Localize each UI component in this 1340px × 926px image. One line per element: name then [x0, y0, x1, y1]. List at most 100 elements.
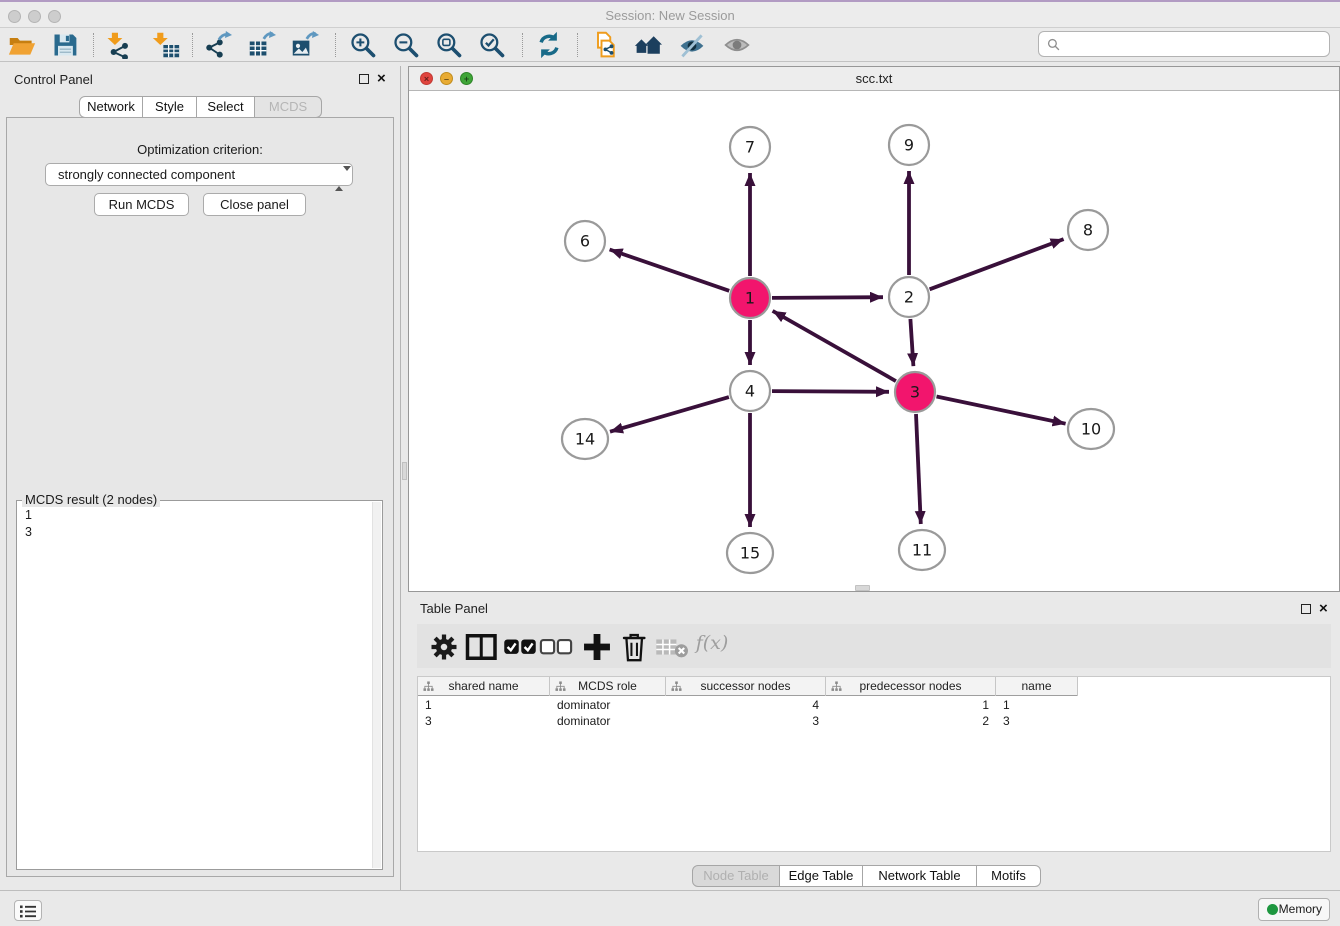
tab-motifs[interactable]: Motifs — [977, 865, 1041, 887]
graph-edge-1-6[interactable] — [610, 250, 730, 291]
tab-mcds[interactable]: MCDS — [255, 96, 322, 118]
graph-node-7[interactable]: 7 — [730, 127, 770, 167]
graph-edge-2-3[interactable] — [910, 319, 913, 366]
graph-node-4[interactable]: 4 — [730, 371, 770, 411]
network-window-titlebar: × – + scc.txt — [409, 67, 1339, 91]
tab-select[interactable]: Select — [197, 96, 255, 118]
graph-edge-4-3[interactable] — [772, 391, 889, 392]
tab-network-table[interactable]: Network Table — [863, 865, 977, 887]
table-cell: dominator — [550, 697, 666, 713]
import-network-icon[interactable] — [103, 31, 133, 59]
graph-node-9[interactable]: 9 — [889, 125, 929, 165]
table-cell: 3 — [418, 713, 550, 729]
session-title: Session: New Session — [0, 8, 1340, 23]
toolbar-separator — [577, 33, 578, 57]
criterion-select[interactable]: strongly connected component — [45, 163, 353, 186]
control-panel-close-icon[interactable]: × — [377, 72, 386, 86]
search-icon — [1047, 38, 1061, 52]
vertical-splitter[interactable] — [400, 66, 408, 890]
add-row-icon[interactable] — [580, 632, 614, 662]
column-header-mcds-role[interactable]: MCDS role — [550, 677, 666, 696]
graph-node-10[interactable]: 10 — [1068, 409, 1114, 449]
search-input[interactable] — [1065, 34, 1320, 54]
svg-text:2: 2 — [904, 288, 914, 307]
graph-node-6[interactable]: 6 — [565, 221, 605, 261]
svg-text:14: 14 — [575, 430, 595, 449]
settings-gear-icon[interactable] — [427, 632, 461, 662]
svg-text:15: 15 — [740, 544, 760, 563]
search-box[interactable] — [1038, 31, 1330, 57]
graph-edge-3-1[interactable] — [773, 311, 896, 381]
tab-network[interactable]: Network — [79, 96, 143, 118]
graph-node-15[interactable]: 15 — [727, 533, 773, 573]
graph-node-1[interactable]: 1 — [730, 278, 770, 318]
graph-edge-3-11[interactable] — [916, 414, 921, 524]
deselect-all-checkboxes-icon[interactable] — [539, 632, 573, 662]
export-network-icon[interactable] — [203, 31, 233, 59]
graph-node-8[interactable]: 8 — [1068, 210, 1108, 250]
table-panel-close-icon[interactable]: × — [1319, 602, 1328, 616]
graph-node-14[interactable]: 14 — [562, 419, 608, 459]
column-header-shared-name[interactable]: shared name — [418, 677, 550, 696]
column-header-name[interactable]: name — [996, 677, 1078, 696]
export-table-icon[interactable] — [247, 31, 277, 59]
zoom-selected-icon[interactable] — [477, 31, 507, 59]
table-cell: 4 — [666, 697, 826, 713]
show-all-icon[interactable] — [722, 31, 752, 59]
table-panel-title: Table Panel — [420, 601, 488, 616]
function-builder-icon: f(x) — [695, 632, 729, 662]
delete-table-icon — [655, 632, 689, 662]
toolbar-separator — [93, 33, 94, 57]
graph-edge-3-10[interactable] — [937, 397, 1066, 424]
tab-edge-table[interactable]: Edge Table — [780, 865, 863, 887]
clone-network-icon[interactable] — [590, 31, 620, 59]
open-folder-icon[interactable] — [7, 31, 37, 59]
network-graph-canvas[interactable]: 7 9 6 8 1 2 4 3 14 10 15 11 — [409, 91, 1338, 591]
column-header-successor-nodes[interactable]: successor nodes — [666, 677, 826, 696]
graph-edge-1-2[interactable] — [772, 297, 883, 298]
show-column-icon[interactable] — [464, 632, 498, 662]
tab-style[interactable]: Style — [143, 96, 197, 118]
control-panel-title: Control Panel — [14, 72, 93, 87]
zoom-out-icon[interactable] — [391, 31, 421, 59]
table-panel: Table Panel × f(x) shared nameMCDS roles… — [408, 596, 1340, 890]
refresh-view-icon[interactable] — [534, 31, 564, 59]
toolbar-separator — [192, 33, 193, 57]
save-session-icon[interactable] — [50, 31, 80, 59]
criterion-value: strongly connected component — [58, 167, 235, 182]
home-layout-icon[interactable] — [633, 31, 663, 59]
control-panel-float-icon[interactable] — [359, 74, 369, 84]
result-scrollbar[interactable] — [372, 502, 381, 868]
column-header-predecessor-nodes[interactable]: predecessor nodes — [826, 677, 996, 696]
select-all-checkboxes-icon[interactable] — [503, 632, 537, 662]
run-mcds-button[interactable]: Run MCDS — [94, 193, 189, 216]
zoom-in-icon[interactable] — [348, 31, 378, 59]
table-cell: 1 — [418, 697, 550, 713]
task-history-button[interactable] — [14, 900, 42, 921]
mcds-result-text[interactable]: 1 3 — [17, 503, 370, 869]
close-panel-button[interactable]: Close panel — [203, 193, 306, 216]
zoom-fit-icon[interactable] — [434, 31, 464, 59]
table-row[interactable]: 3dominator323 — [418, 713, 1331, 729]
os-titlebar: Session: New Session — [0, 0, 1340, 28]
vertical-splitter-handle[interactable] — [402, 462, 407, 480]
graph-edge-2-8[interactable] — [930, 239, 1064, 289]
import-table-icon[interactable] — [151, 31, 181, 59]
table-cell: 1 — [996, 697, 1078, 713]
tab-node-table[interactable]: Node Table — [692, 865, 780, 887]
delete-row-icon[interactable] — [617, 632, 651, 662]
table-panel-float-icon[interactable] — [1301, 604, 1311, 614]
svg-text:3: 3 — [910, 383, 920, 402]
graph-node-3[interactable]: 3 — [895, 372, 935, 412]
table-row[interactable]: 1dominator411 — [418, 697, 1331, 713]
svg-text:1: 1 — [745, 289, 755, 308]
graph-node-11[interactable]: 11 — [899, 530, 945, 570]
horizontal-splitter-handle[interactable] — [855, 585, 870, 591]
graph-node-2[interactable]: 2 — [889, 277, 929, 317]
graph-edge-4-14[interactable] — [610, 397, 729, 432]
memory-button[interactable]: Memory — [1258, 898, 1330, 921]
export-image-icon[interactable] — [290, 31, 320, 59]
hide-selected-icon[interactable] — [677, 31, 707, 59]
table-cell: 1 — [826, 697, 996, 713]
svg-text:9: 9 — [904, 136, 914, 155]
